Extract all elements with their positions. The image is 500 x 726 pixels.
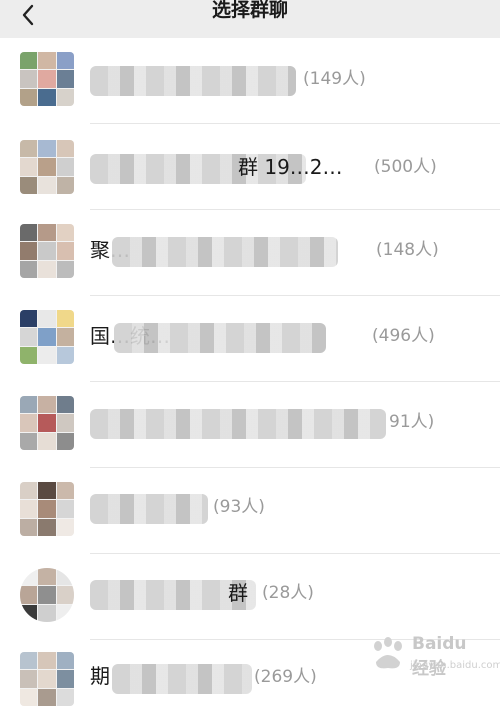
group-name: 期 (90, 662, 110, 690)
group-avatar (20, 310, 74, 364)
blurred-group-name (90, 494, 208, 524)
group-avatar (20, 224, 74, 278)
member-count: (496人) (372, 322, 435, 350)
group-name: 群 19…2… (238, 153, 343, 181)
blurred-group-name (90, 409, 386, 439)
group-avatar (20, 396, 74, 450)
list-item[interactable]: 国…统… (496人) (0, 296, 500, 382)
list-item[interactable]: (93人) (0, 468, 500, 554)
blurred-group-name (114, 323, 326, 353)
page-title: 选择群聊 (0, 0, 500, 22)
group-avatar (20, 568, 74, 622)
member-count: 91人) (389, 408, 434, 436)
list-item[interactable]: 群 19…2… (500人) (0, 124, 500, 210)
group-avatar (20, 52, 74, 106)
member-count: (28人) (262, 579, 314, 607)
watermark-brand: Baidu经验 (412, 634, 478, 679)
list-item[interactable]: 群 (28人) (0, 554, 500, 640)
member-count: (148人) (376, 236, 439, 264)
baidu-watermark: Baidu经验 jingyan.baidu.com (368, 630, 478, 680)
group-avatar (20, 140, 74, 194)
watermark-url: jingyan.baidu.com (410, 660, 500, 671)
blurred-group-name (112, 237, 338, 267)
list-item[interactable]: (149人) (0, 38, 500, 124)
member-count: (269人) (254, 663, 317, 691)
member-count: (93人) (213, 493, 265, 521)
group-name: 群 (228, 579, 248, 607)
list-item[interactable]: 聚… (148人) (0, 210, 500, 296)
blurred-group-name (90, 66, 296, 96)
blurred-group-name (112, 664, 252, 694)
member-count: (500人) (374, 153, 437, 181)
nav-bar: 选择群聊 (0, 0, 500, 38)
list-item[interactable]: 91人) (0, 382, 500, 468)
member-count: (149人) (303, 65, 366, 93)
group-avatar (20, 652, 74, 706)
group-avatar (20, 482, 74, 536)
paw-icon (368, 634, 408, 674)
